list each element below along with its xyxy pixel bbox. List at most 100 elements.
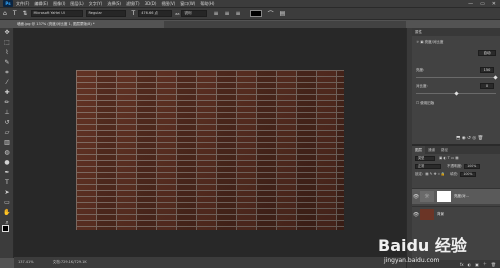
filter-icons[interactable]: ▣ ◐ T ▭ ▦ xyxy=(439,156,459,160)
menu-3d[interactable]: 3D(D) xyxy=(145,1,157,6)
orientation-icon[interactable]: ⇅ xyxy=(22,10,27,17)
document-size-info: 文档:729.1K/729.1K xyxy=(52,260,87,264)
dodge-tool-icon[interactable]: ● xyxy=(0,158,14,168)
layer-row-adjustment[interactable]: 👁 ☼ 亮度/对... xyxy=(412,188,500,204)
layer-visibility-icon[interactable]: 👁 xyxy=(412,194,420,200)
lasso-tool-icon[interactable]: ⌇ xyxy=(0,48,14,58)
gradient-tool-icon[interactable]: ▥ xyxy=(0,138,14,148)
align-right-icon[interactable]: ≡ xyxy=(236,10,241,17)
layer-mask-thumbnail[interactable] xyxy=(437,191,451,202)
layer-kind-filter[interactable]: 类型 xyxy=(415,155,435,161)
properties-tab[interactable]: 属性 xyxy=(415,30,422,34)
crop-tool-icon[interactable]: ⌗ xyxy=(0,68,14,78)
legacy-option[interactable]: ☐ 使用旧版 xyxy=(416,101,434,106)
brightness-input[interactable]: 150 xyxy=(480,67,494,73)
blur-tool-icon[interactable]: ◍ xyxy=(0,148,14,158)
menu-window[interactable]: 窗口(W) xyxy=(180,1,195,7)
eyedropper-tool-icon[interactable]: ⁄ xyxy=(0,78,14,88)
pen-tool-icon[interactable]: ✒ xyxy=(0,168,14,178)
brightness-slider-thumb[interactable] xyxy=(493,75,498,80)
move-tool-icon[interactable]: ✥ xyxy=(0,28,14,38)
contrast-slider-thumb[interactable] xyxy=(454,91,459,96)
home-icon[interactable]: ⌂ xyxy=(3,10,7,17)
type-tool-icon[interactable]: T xyxy=(0,178,14,188)
layers-panel-tabs: 图层 通道 路径 xyxy=(412,146,500,154)
brightness-slider[interactable] xyxy=(416,77,496,78)
canvas-area[interactable] xyxy=(14,28,406,257)
menu-type[interactable]: 文字(Y) xyxy=(89,1,103,7)
lock-icons[interactable]: ▦ ✎ ✥ ⌗ 🔒 xyxy=(425,172,445,176)
font-style-select[interactable]: Regular xyxy=(85,10,126,17)
layer-thumbnail xyxy=(420,209,434,220)
watermark-url: jingyan.baidu.com xyxy=(384,257,440,264)
path-select-tool-icon[interactable]: ➤ xyxy=(0,188,14,198)
shape-tool-icon[interactable]: ▭ xyxy=(0,198,14,208)
contrast-label: 对比度: xyxy=(416,84,428,88)
layer-visibility-icon[interactable]: 👁 xyxy=(412,212,420,218)
layer-row-background[interactable]: 👁 背景 xyxy=(412,206,500,222)
warp-text-icon[interactable]: ⌒ xyxy=(268,9,274,18)
clone-stamp-tool-icon[interactable]: ⊥ xyxy=(0,108,14,118)
tab-layers[interactable]: 图层 xyxy=(412,146,425,154)
close-icon[interactable]: ✕ xyxy=(492,1,496,7)
menu-view[interactable]: 视图(V) xyxy=(161,1,175,7)
visibility-icon[interactable]: ◎ xyxy=(472,136,476,141)
contrast-input[interactable]: 0 xyxy=(480,83,494,89)
foreground-color-swatch[interactable] xyxy=(2,225,9,232)
hand-tool-icon[interactable]: ✋ xyxy=(0,208,14,218)
fill-input[interactable]: 100% xyxy=(460,171,477,177)
tab-paths[interactable]: 路径 xyxy=(438,146,451,154)
brick-wall-image[interactable] xyxy=(76,70,344,230)
menu-image[interactable]: 图像(I) xyxy=(53,1,65,7)
clip-to-layer-icon[interactable]: ⬒ xyxy=(456,136,460,141)
status-bar: 137.41% 文档:729.1K/729.1K xyxy=(14,257,406,268)
text-color-swatch[interactable] xyxy=(249,10,262,17)
auto-button[interactable]: 自动 xyxy=(478,50,496,56)
image-shading xyxy=(76,70,344,230)
blend-mode-select[interactable]: 正常 xyxy=(415,163,441,169)
layer-filter-row: 类型 ▣ ◐ T ▭ ▦ xyxy=(412,154,500,162)
type-tool-icon[interactable]: T xyxy=(13,10,17,17)
opacity-input[interactable]: 100% xyxy=(464,163,481,169)
menu-edit[interactable]: 编辑(E) xyxy=(34,1,48,7)
lock-label: 锁定: xyxy=(415,171,424,176)
quick-select-tool-icon[interactable]: ✎ xyxy=(0,58,14,68)
menu-bar: Ps 文件(F) 编辑(E) 图像(I) 图层(L) 文字(Y) 选择(S) 滤… xyxy=(0,0,500,8)
menu-filter[interactable]: 滤镜(T) xyxy=(126,1,140,7)
layer-name[interactable]: 亮度/对... xyxy=(454,194,469,199)
fill-label: 填充: xyxy=(450,171,459,176)
lock-fill-row: 锁定: ▦ ✎ ✥ ⌗ 🔒 填充: 100% xyxy=(412,170,500,178)
tools-panel: ✥ ⬚ ⌇ ✎ ⌗ ⁄ ✚ ✏ ⊥ ↺ ▱ ▥ ◍ ● ✒ T ➤ ▭ ✋ ⌕ xyxy=(0,28,14,258)
delete-icon[interactable]: 🗑 xyxy=(478,136,484,141)
eraser-tool-icon[interactable]: ▱ xyxy=(0,128,14,138)
view-previous-icon[interactable]: ◉ xyxy=(462,136,466,141)
document-tab[interactable]: 墙面.jpg @ 137% (亮度/对比度 1, 图层蒙版/8) * xyxy=(14,21,164,28)
menu-help[interactable]: 帮助(H) xyxy=(200,1,214,7)
character-panel-icon[interactable]: ▤ xyxy=(280,10,286,17)
align-left-icon[interactable]: ≡ xyxy=(213,10,218,17)
reset-icon[interactable]: ↺ xyxy=(467,136,471,141)
zoom-level[interactable]: 137.41% xyxy=(18,260,34,264)
marquee-tool-icon[interactable]: ⬚ xyxy=(0,38,14,48)
font-family-select[interactable]: Microsoft YaHei UI xyxy=(30,10,83,17)
blend-opacity-row: 正常 不透明度: 100% xyxy=(412,162,500,170)
minimize-icon[interactable]: — xyxy=(468,1,473,7)
photoshop-logo[interactable]: Ps xyxy=(3,0,13,7)
antialias-select[interactable]: 锐利 xyxy=(181,10,208,17)
antialias-label: aa xyxy=(175,11,180,16)
adjustment-name: 亮度/对比度 xyxy=(424,40,444,44)
font-size-select[interactable]: 476.66 点 xyxy=(138,10,173,17)
adjustment-title-row: ☼ ▣ 亮度/对比度 xyxy=(416,40,443,45)
menu-file[interactable]: 文件(F) xyxy=(16,1,29,7)
properties-panel: 属性 ☼ ▣ 亮度/对比度 自动 亮度: 150 对比度: 0 ☐ 使用旧版 ⬒… xyxy=(412,28,500,146)
layer-name[interactable]: 背景 xyxy=(437,212,444,217)
history-brush-tool-icon[interactable]: ↺ xyxy=(0,118,14,128)
maximize-icon[interactable]: ▭ xyxy=(480,1,485,7)
align-center-icon[interactable]: ≡ xyxy=(225,10,230,17)
opacity-label: 不透明度: xyxy=(447,163,463,168)
menu-layer[interactable]: 图层(L) xyxy=(70,1,83,7)
menu-select[interactable]: 选择(S) xyxy=(107,1,121,7)
brush-tool-icon[interactable]: ✏ xyxy=(0,98,14,108)
tab-channels[interactable]: 通道 xyxy=(425,146,438,154)
healing-brush-tool-icon[interactable]: ✚ xyxy=(0,88,14,98)
